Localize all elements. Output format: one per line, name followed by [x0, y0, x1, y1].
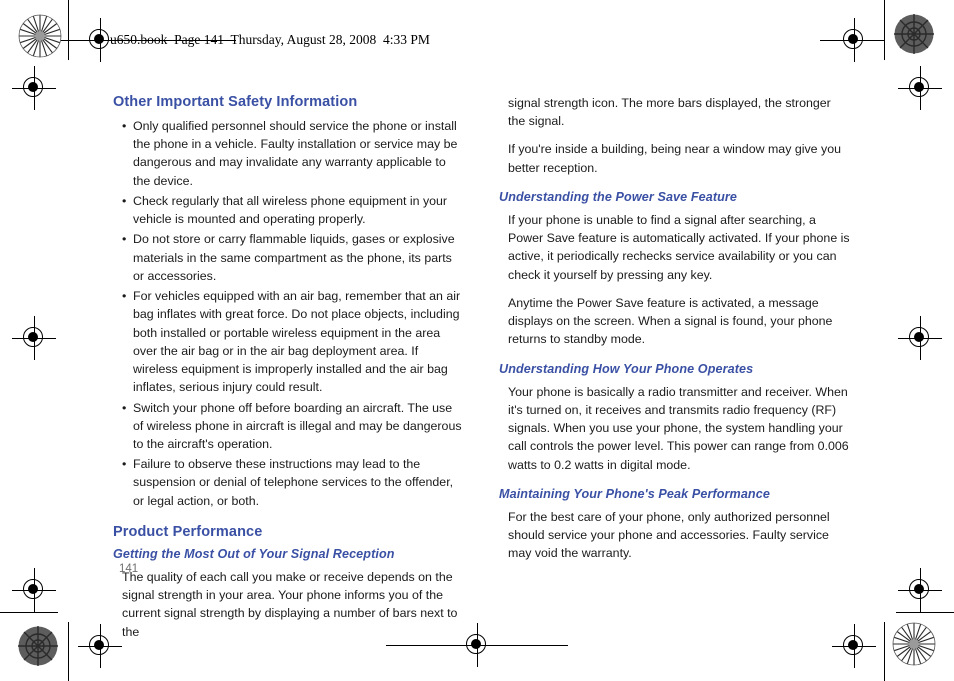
halftone-rosette-target-bottom-left	[18, 626, 58, 666]
running-header: u650.book Page 141 Thursday, August 28, …	[110, 32, 430, 47]
left-text-column: Other Important Safety Information Only …	[113, 94, 465, 651]
subheading-getting-the-most-out-of-your-signal-reception: Getting the Most Out of Your Signal Rece…	[113, 546, 395, 561]
list-item: Switch your phone off before boarding an…	[113, 399, 465, 454]
trim-line-left-vertical	[68, 0, 69, 60]
registration-mark-left-upper	[12, 66, 56, 110]
subheading-understanding-the-power-save-feature: Understanding the Power Save Feature	[499, 189, 738, 204]
list-item: For vehicles equipped with an air bag, r…	[113, 287, 465, 396]
paragraph-signal-reception-continued: signal strength icon. The more bars disp…	[508, 96, 831, 129]
subheading-understanding-how-your-phone-operates: Understanding How Your Phone Operates	[499, 361, 754, 376]
scanned-manual-page: u650.book Page 141 Thursday, August 28, …	[0, 0, 954, 681]
section-heading-other-important-safety-information: Other Important Safety Information	[113, 94, 358, 110]
right-text-column: signal strength icon. The more bars disp…	[499, 94, 851, 572]
subheading-maintaining-your-phones-peak-performance: Maintaining Your Phone's Peak Performanc…	[499, 486, 770, 501]
safety-bullet-list: Only qualified personnel should service …	[113, 117, 465, 510]
trim-line-right-vertical	[884, 0, 885, 60]
registration-mark-left-middle	[12, 316, 56, 360]
registration-mark-top-right	[832, 18, 876, 62]
list-item: Do not store or carry flammable liquids,…	[113, 230, 465, 285]
trim-line-bottom-right-vertical	[884, 622, 885, 681]
paragraph-power-save-standby: Anytime the Power Save feature is activa…	[508, 295, 833, 347]
page-number: 141	[119, 563, 139, 575]
list-item: Check regularly that all wireless phone …	[113, 192, 465, 228]
registration-mark-right-middle	[898, 316, 942, 360]
list-item: Failure to observe these instructions ma…	[113, 455, 465, 510]
trim-line-bottom-left-vertical	[68, 622, 69, 681]
paragraph-signal-reception: The quality of each call you make or rec…	[122, 569, 458, 639]
section-heading-product-performance: Product Performance	[113, 523, 263, 540]
paragraph-phone-operation: Your phone is basically a radio transmit…	[508, 384, 849, 472]
trim-line-bottom-right-horizontal	[896, 612, 954, 613]
registration-mark-right-upper	[898, 66, 942, 110]
registration-mark-right-lower	[898, 568, 942, 612]
registration-mark-left-lower	[12, 568, 56, 612]
halftone-star-target-top-left	[18, 14, 62, 58]
paragraph-power-save-activation: If your phone is unable to find a signal…	[508, 212, 850, 282]
list-item: Only qualified personnel should service …	[113, 117, 465, 190]
halftone-rosette-target-top-right	[894, 14, 934, 54]
halftone-star-target-bottom-right	[892, 622, 936, 666]
registration-mark-bottom-right	[832, 624, 876, 668]
paragraph-peak-performance-care: For the best care of your phone, only au…	[508, 509, 830, 561]
trim-line-bottom-left-horizontal	[0, 612, 58, 613]
paragraph-window-reception: If you're inside a building, being near …	[508, 142, 841, 175]
